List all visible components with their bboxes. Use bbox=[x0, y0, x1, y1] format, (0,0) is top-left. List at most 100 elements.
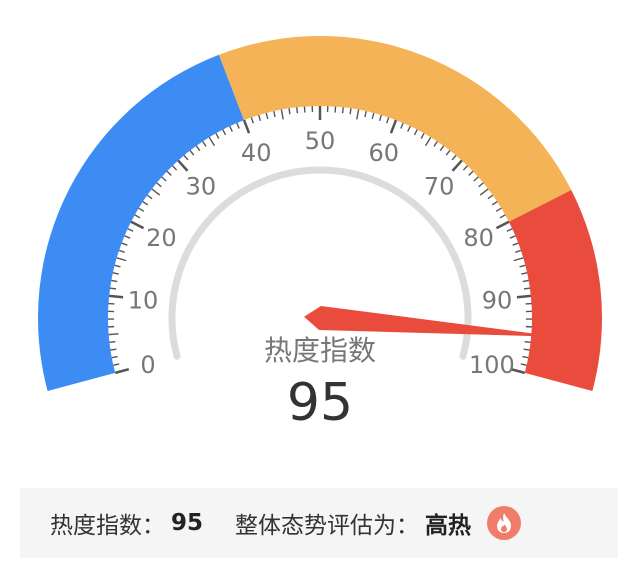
minor-tick bbox=[341, 107, 344, 114]
minor-tick bbox=[280, 109, 284, 120]
minor-tick bbox=[499, 214, 506, 219]
gauge-band-0 bbox=[38, 54, 245, 391]
minor-tick bbox=[468, 170, 474, 176]
minor-tick bbox=[202, 141, 207, 147]
gauge-center-label: 热度指数 bbox=[264, 334, 376, 367]
major-tick bbox=[109, 294, 124, 299]
minor-tick bbox=[258, 114, 262, 121]
minor-tick bbox=[520, 363, 527, 367]
major-tick bbox=[389, 119, 398, 134]
minor-tick bbox=[420, 132, 425, 139]
summary-bar: 热度指数： 95 整体态势评估为： 高热 bbox=[20, 488, 618, 558]
minor-tick bbox=[111, 355, 118, 359]
minor-tick bbox=[296, 107, 299, 114]
minor-tick bbox=[378, 114, 382, 121]
minor-tick bbox=[513, 257, 524, 262]
tick-label: 30 bbox=[186, 173, 217, 201]
minor-tick bbox=[522, 355, 529, 359]
minor-tick bbox=[523, 287, 530, 290]
minor-tick bbox=[265, 112, 269, 119]
minor-tick bbox=[433, 141, 438, 147]
major-tick bbox=[451, 159, 463, 172]
tick-label: 40 bbox=[241, 139, 272, 167]
tick-label: 10 bbox=[128, 286, 159, 314]
gauge-needle bbox=[304, 306, 560, 337]
fire-icon bbox=[487, 506, 522, 540]
minor-tick bbox=[487, 194, 494, 200]
minor-tick bbox=[215, 132, 220, 139]
minor-tick bbox=[121, 242, 128, 246]
assessment-label: 整体态势评估为： bbox=[235, 513, 420, 539]
gauge-value: 95 bbox=[287, 373, 353, 433]
minor-tick bbox=[250, 117, 254, 124]
major-tick bbox=[495, 220, 510, 230]
minor-tick bbox=[111, 279, 118, 283]
gauge-band-2 bbox=[508, 189, 602, 391]
minor-tick bbox=[509, 235, 516, 239]
minor-tick bbox=[515, 249, 522, 253]
minor-tick bbox=[462, 165, 469, 171]
minor-tick bbox=[189, 150, 195, 156]
minor-tick bbox=[183, 154, 189, 161]
minor-tick bbox=[118, 249, 125, 253]
minor-tick bbox=[386, 117, 390, 124]
index-label: 热度指数： bbox=[50, 513, 165, 539]
minor-tick bbox=[506, 228, 513, 232]
minor-tick bbox=[479, 188, 489, 196]
tick-label: 80 bbox=[463, 224, 494, 252]
minor-tick bbox=[113, 363, 120, 367]
minor-tick bbox=[495, 207, 502, 212]
minor-tick bbox=[127, 228, 134, 232]
major-tick bbox=[114, 368, 130, 375]
tick-label: 20 bbox=[146, 224, 177, 252]
minor-tick bbox=[473, 176, 479, 182]
minor-tick bbox=[156, 182, 162, 188]
minor-tick bbox=[146, 194, 153, 200]
minor-tick bbox=[116, 257, 127, 262]
minor-tick bbox=[519, 264, 526, 268]
minor-tick bbox=[451, 154, 457, 161]
minor-tick bbox=[524, 340, 531, 344]
tick-label: 90 bbox=[482, 286, 513, 314]
tick-label: 70 bbox=[424, 173, 455, 201]
major-tick bbox=[130, 220, 145, 230]
minor-tick bbox=[288, 108, 291, 115]
minor-tick bbox=[273, 110, 276, 118]
minor-tick bbox=[523, 348, 530, 351]
minor-tick bbox=[222, 129, 227, 136]
minor-tick bbox=[349, 108, 352, 115]
minor-tick bbox=[151, 188, 161, 196]
minor-tick bbox=[364, 110, 367, 118]
minor-tick bbox=[512, 242, 519, 246]
minor-tick bbox=[522, 279, 529, 283]
minor-tick bbox=[208, 136, 216, 147]
major-tick bbox=[242, 119, 251, 134]
gauge-chart: 0 10 20 30 40 50 60 70 80 90 100 热度指数 95 bbox=[38, 35, 602, 433]
minor-tick bbox=[371, 112, 375, 119]
minor-tick bbox=[491, 201, 498, 206]
minor-tick bbox=[521, 272, 528, 275]
tick-label: 0 bbox=[140, 351, 155, 379]
minor-tick bbox=[112, 272, 119, 275]
minor-tick bbox=[109, 340, 116, 344]
minor-tick bbox=[110, 348, 117, 351]
minor-tick bbox=[142, 201, 149, 206]
major-tick bbox=[177, 159, 189, 172]
minor-tick bbox=[138, 207, 145, 212]
minor-tick bbox=[424, 136, 432, 147]
tick-label: 50 bbox=[305, 127, 336, 155]
minor-tick bbox=[229, 125, 233, 132]
minor-tick bbox=[166, 170, 172, 176]
minor-tick bbox=[478, 182, 484, 188]
minor-tick bbox=[400, 122, 404, 129]
tick-label: 100 bbox=[469, 351, 515, 379]
minor-tick bbox=[161, 176, 167, 182]
minor-tick bbox=[195, 145, 201, 152]
major-tick bbox=[516, 294, 531, 299]
minor-tick bbox=[108, 333, 119, 336]
index-value: 95 bbox=[171, 510, 204, 536]
minor-tick bbox=[407, 125, 411, 132]
tick-label: 60 bbox=[369, 139, 400, 167]
minor-tick bbox=[124, 235, 131, 239]
minor-tick bbox=[413, 129, 418, 136]
